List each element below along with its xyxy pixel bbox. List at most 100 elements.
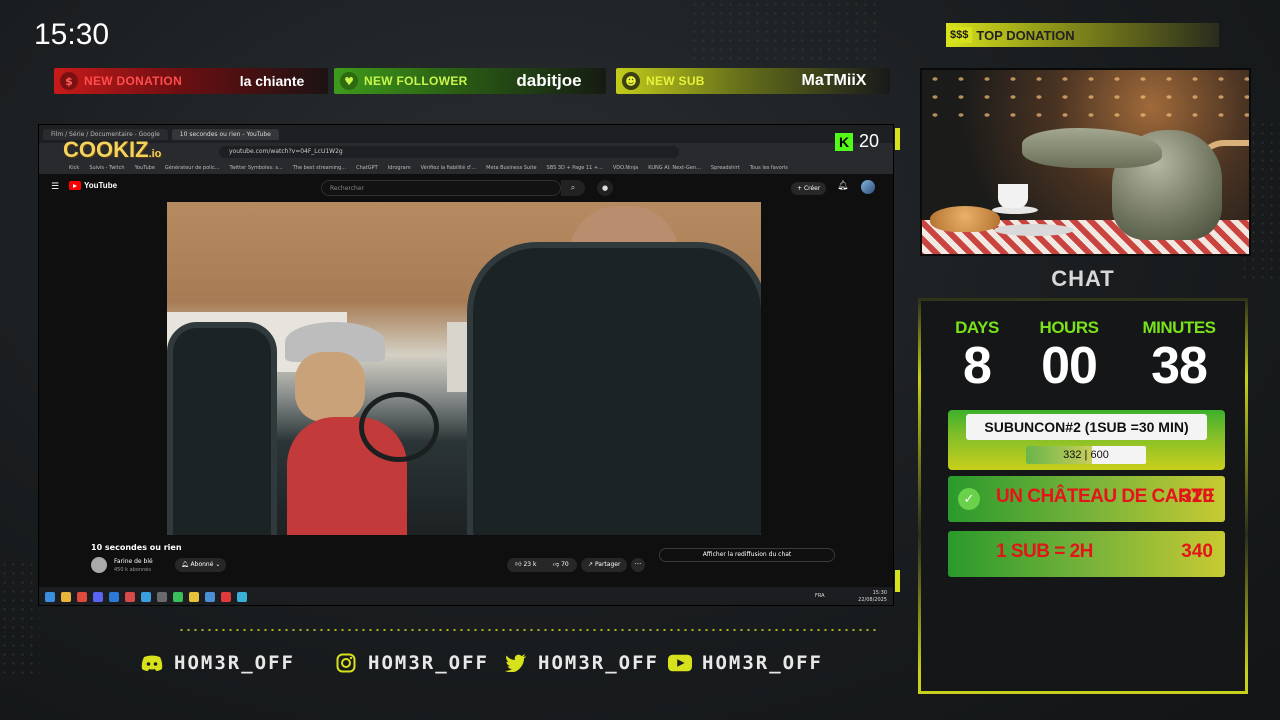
youtube-play-icon — [69, 181, 81, 190]
like-count[interactable]: 👍︎ 23 k — [515, 558, 536, 572]
steering-wheel — [359, 392, 439, 462]
taskbar-time: 15:30 — [872, 590, 887, 596]
create-label: Créer — [803, 185, 821, 192]
taskbar-app-icon[interactable] — [109, 592, 119, 602]
taskbar-app-icon[interactable] — [61, 592, 71, 602]
kick-viewer-count: K 20 — [835, 131, 879, 152]
accent-bar — [895, 128, 900, 150]
bookmarks-bar: Kick Suivis - Twitch YouTube Générateur … — [39, 161, 893, 174]
kick-icon: K — [835, 132, 853, 151]
bookmark[interactable]: The best streaming... — [293, 165, 346, 171]
discord-handle: HOM3R_OFF — [174, 652, 295, 674]
bookmark[interactable]: ChatGPT — [356, 165, 378, 171]
goal-item: 1 SUB = 2H 340 — [948, 531, 1225, 577]
windows-start-icon[interactable] — [45, 592, 55, 602]
coffee-cup — [998, 184, 1028, 208]
alert-new-sub: ☻ NEW SUB MaTMiiX — [616, 68, 890, 94]
taskbar-app-icon[interactable] — [205, 592, 215, 602]
cookiz-logo: COOKIZ.io — [63, 137, 161, 163]
taskbar-app-icon[interactable] — [237, 592, 247, 602]
youtube-logo-text: YouTube — [84, 181, 118, 190]
search-icon[interactable]: ⌕ — [561, 180, 585, 196]
plate — [994, 224, 1074, 236]
goal-name: 1 SUB = 2H — [996, 541, 1093, 562]
croissant — [930, 206, 1000, 232]
channel-name[interactable]: Farine de blé — [114, 558, 153, 565]
search-input[interactable]: Rechercher — [321, 180, 561, 196]
bookmark[interactable]: Vérifiez la fiabilité d'... — [421, 165, 477, 171]
dislike-count[interactable]: 👎︎ 70 — [553, 558, 569, 572]
taskbar-app-icon[interactable] — [125, 592, 135, 602]
alert-new-follower: ♥ NEW FOLLOWER dabitjoe — [334, 68, 606, 94]
show-chat-replay-button[interactable]: Afficher la rediffusion du chat — [659, 548, 835, 562]
top-donation-bar: $$$ TOP DONATION — [946, 23, 1219, 47]
bookmark[interactable]: Kick — [69, 165, 79, 171]
taskbar-clock[interactable]: 15:30 22/08/2025 — [858, 590, 887, 604]
background-dots-top — [690, 0, 880, 60]
taskbar-app-icon[interactable] — [77, 592, 87, 602]
driver-head — [295, 352, 365, 422]
bookmark[interactable]: SBS 3D + Page 11 +... — [547, 165, 603, 171]
dislikes-value: 70 — [561, 561, 569, 568]
create-button[interactable]: + Créer — [791, 182, 827, 195]
microphone-icon[interactable]: ● — [597, 180, 613, 196]
taskbar-app-icon[interactable] — [157, 592, 167, 602]
goal-value: 340 — [1181, 541, 1213, 562]
alert-value: MaTMiiX — [801, 72, 867, 89]
youtube-header: ☰ YouTube Rechercher ⌕ ● + Créer 🔔︎ — [39, 175, 893, 201]
bookmark[interactable]: Meta Business Suite — [486, 165, 536, 171]
days-value: 8 — [963, 337, 992, 395]
social-instagram: HOM3R_OFF — [334, 652, 489, 674]
taskbar-lang[interactable]: FRA — [815, 593, 825, 599]
bookmark[interactable]: Suivis - Twitch — [89, 165, 124, 171]
progress-goal: 600 — [1090, 449, 1109, 461]
browser-tab-active[interactable]: 10 secondes ou rien - YouTube — [171, 128, 279, 140]
dollar-icon: $ — [60, 72, 78, 90]
bookmark[interactable]: Spreadshirt — [711, 165, 740, 171]
taskbar-app-icon[interactable] — [141, 592, 151, 602]
url-field[interactable]: youtube.com/watch?v=04F_LcU1W2g — [219, 146, 679, 158]
bookmark[interactable]: Tous les favoris — [750, 165, 788, 171]
bookmark[interactable]: VDO.Ninja — [613, 165, 638, 171]
youtube-logo[interactable]: YouTube — [69, 181, 117, 190]
twitter-handle: HOM3R_OFF — [538, 652, 659, 674]
timer-days: DAYS 8 — [932, 318, 1022, 394]
taskbar-date: 22/08/2025 — [858, 597, 887, 603]
share-label: Partager — [594, 561, 621, 568]
windows-taskbar: FRA 15:30 22/08/2025 — [39, 587, 893, 605]
video-player[interactable] — [167, 202, 761, 535]
social-twitter: HOM3R_OFF — [504, 652, 659, 674]
hours-label: HOURS — [1039, 318, 1099, 337]
bookmark[interactable]: Twitter Symboles: s... — [229, 165, 282, 171]
hamburger-menu-icon[interactable]: ☰ — [51, 182, 59, 192]
seat-right — [467, 242, 761, 535]
taskbar-app-icon[interactable] — [93, 592, 103, 602]
check-icon: ✓ — [958, 488, 980, 510]
bookmark[interactable]: Idrogram — [388, 165, 411, 171]
bell-icon[interactable]: 🔔︎ — [837, 181, 848, 191]
bookmark[interactable]: YouTube — [135, 165, 155, 171]
channel-avatar[interactable] — [91, 557, 107, 573]
top-donation-label: TOP DONATION — [976, 27, 1075, 43]
share-button[interactable]: ↗ Partager — [581, 558, 628, 572]
bookmark[interactable]: KUNG AI: Next-Gen... — [648, 165, 701, 171]
progress-text: 332 | 600 — [1063, 449, 1109, 461]
browser-address-bar: youtube.com/watch?v=04F_LcU1W2g — [39, 143, 893, 161]
taskbar-app-icon[interactable] — [189, 592, 199, 602]
timer-minutes: MINUTES 38 — [1134, 318, 1224, 394]
taskbar-app-icon[interactable] — [221, 592, 231, 602]
crocodile-head — [1022, 128, 1162, 168]
like-dislike-button[interactable]: 👍︎ 23 k 👎︎ 70 — [507, 558, 577, 572]
webcam-image — [920, 68, 1251, 256]
hours-value: 00 — [1041, 337, 1098, 395]
bokeh-lights — [922, 70, 1249, 130]
more-options-icon[interactable]: ··· — [631, 558, 645, 572]
avatar[interactable] — [861, 180, 875, 194]
subscribed-button[interactable]: 🔔︎ Abonné ⌄ — [175, 558, 227, 572]
taskbar-app-icon[interactable] — [173, 592, 183, 602]
bookmark[interactable]: Générateur de polic... — [165, 165, 220, 171]
progress-current: 332 — [1063, 449, 1082, 461]
likes-value: 23 k — [523, 561, 537, 568]
instagram-icon — [334, 652, 358, 674]
alert-value: la chiante — [239, 73, 305, 89]
